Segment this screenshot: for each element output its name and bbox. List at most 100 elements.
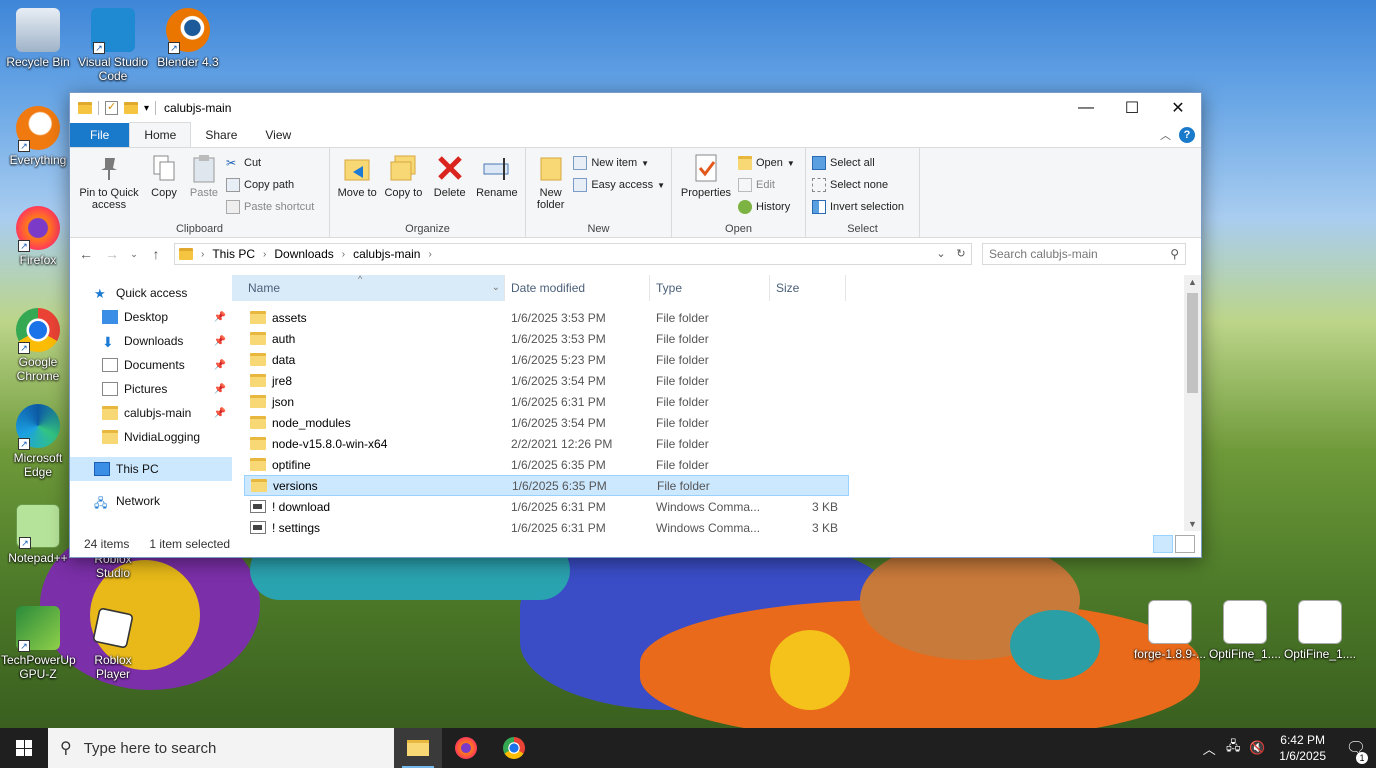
file-name-cell: ! download [244,500,505,514]
desktop-icon-gpuz[interactable]: ↗ TechPowerUp GPU-Z [1,606,76,681]
folder-icon [250,437,266,450]
close-button[interactable]: ✕ [1155,93,1201,123]
address-bar[interactable]: › This PC › Downloads › calubjs-main › ⌄… [174,243,972,265]
file-row[interactable]: versions 1/6/2025 6:35 PM File folder [244,475,849,496]
back-arrow-icon[interactable]: ← [78,246,94,262]
recent-locations-icon[interactable]: ⌄ [130,249,138,260]
desktop-icon-optifine-2[interactable]: OptiFine_1.... [1283,600,1357,661]
minimize-button[interactable]: — [1063,93,1109,123]
edit-button[interactable]: Edit [738,176,795,194]
new-item-button[interactable]: New item ▼ [573,154,665,172]
file-row[interactable]: optifine 1/6/2025 6:35 PM File folder [244,454,849,475]
search-box[interactable]: Search calubjs-main ⚲ [982,243,1186,265]
new-item-label: New item [591,157,638,169]
customize-toolbar-icon[interactable]: ▾ [144,103,149,114]
chevron-down-icon: ▼ [641,158,650,168]
help-icon[interactable]: ? [1179,127,1195,143]
nav-documents[interactable]: Documents 📌 [70,353,232,377]
nav-nvidialogging[interactable]: NvidiaLogging [70,425,232,449]
tab-view[interactable]: View [251,123,305,147]
cut-button[interactable]: ✂ Cut [226,154,314,172]
breadcrumb-calubjs-main[interactable]: calubjs-main [353,247,420,261]
file-row[interactable]: ! download 1/6/2025 6:31 PM Windows Comma.… [244,496,849,517]
scroll-down-icon[interactable]: ▼ [1184,519,1201,529]
network-icon[interactable]: 🖧 [1221,737,1245,759]
select-none-icon [812,178,826,192]
scrollbar-thumb[interactable] [1187,293,1198,393]
maximize-button[interactable]: ☐ [1109,93,1155,123]
select-all-button[interactable]: Select all [812,154,904,172]
file-row[interactable]: auth 1/6/2025 3:53 PM File folder [244,328,849,349]
history-button[interactable]: History [738,198,795,216]
desktop-icon-everything[interactable]: ↗ Everything [1,106,75,167]
column-header-date[interactable]: Date modified [505,275,650,301]
file-row[interactable]: data 1/6/2025 5:23 PM File folder [244,349,849,370]
tab-home[interactable]: Home [129,122,192,147]
desktop-icon-recycle-bin[interactable]: Recycle Bin [1,8,75,69]
shortcut-arrow-icon: ↗ [168,42,180,54]
file-name: versions [273,478,318,493]
taskbar-app-file-explorer[interactable] [394,728,442,768]
desktop-icon-firefox[interactable]: ↗ Firefox [1,206,75,267]
nav-quick-access[interactable]: ★ Quick access [70,281,232,305]
taskbar-app-firefox[interactable] [442,728,490,768]
copy-path-button[interactable]: Copy path [226,176,314,194]
show-hidden-icons-icon[interactable]: ︿ [1197,739,1221,758]
file-row[interactable]: jre8 1/6/2025 3:54 PM File folder [244,370,849,391]
tab-file[interactable]: File [70,123,130,147]
file-row[interactable]: json 1/6/2025 6:31 PM File folder [244,391,849,412]
taskbar-search-box[interactable]: ⚲ Type here to search [48,728,394,768]
file-row[interactable]: node-v15.8.0-win-x64 2/2/2021 12:26 PM Fil… [244,433,849,454]
column-header-size[interactable]: Size [770,275,846,301]
desktop-icon-notepadpp[interactable]: ↗ Notepad++ [1,504,75,565]
breadcrumb-this-pc[interactable]: This PC [212,247,255,261]
properties-check-icon[interactable] [105,100,118,115]
nav-calubjs-main[interactable]: calubjs-main 📌 [70,401,232,425]
desktop-icon-chrome[interactable]: ↗ Google Chrome [1,308,75,383]
volume-muted-icon[interactable]: 🔇 [1245,740,1269,756]
address-history-dropdown-icon[interactable]: ⌄ [931,244,951,264]
details-view-icon[interactable] [1153,535,1173,553]
column-header-type[interactable]: Type [650,275,770,301]
file-row[interactable]: assets 1/6/2025 3:53 PM File folder [244,307,849,328]
select-none-button[interactable]: Select none [812,176,904,194]
open-folder-icon [738,156,752,170]
desktop-icon-edge[interactable]: ↗ Microsoft Edge [1,404,75,479]
nav-this-pc[interactable]: This PC [70,457,232,481]
desktop-icon-blender[interactable]: ↗ Blender 4.3 [151,8,225,69]
collapse-ribbon-icon[interactable]: ︿ [1160,127,1171,143]
desktop-icon-roblox-player[interactable]: Roblox Player [76,606,150,681]
breadcrumb-downloads[interactable]: Downloads [274,247,333,261]
desktop-icon-forge[interactable]: forge-1.8.9-... [1133,600,1207,661]
nav-downloads[interactable]: ⬇ Downloads 📌 [70,329,232,353]
up-arrow-icon[interactable]: ↑ [148,246,164,262]
nav-desktop[interactable]: Desktop 📌 [70,305,232,329]
desktop-icon-optifine-1[interactable]: OptiFine_1.... [1208,600,1282,661]
forward-arrow-icon[interactable]: → [104,246,120,262]
gpuz-icon: ↗ [16,606,60,652]
file-name-cell: assets [244,311,505,325]
taskbar-app-chrome[interactable] [490,728,538,768]
scroll-up-icon[interactable]: ▲ [1184,277,1201,287]
tab-share[interactable]: Share [191,123,251,147]
new-folder-icon[interactable] [124,102,138,114]
refresh-icon[interactable]: ↻ [951,244,971,264]
column-header-name[interactable]: Name ^ ⌄ [232,274,505,301]
nav-pictures[interactable]: Pictures 📌 [70,377,232,401]
start-button[interactable] [0,728,48,768]
easy-access-button[interactable]: Easy access ▼ [573,176,665,194]
group-label-organize: Organize [405,223,450,235]
open-button[interactable]: Open ▼ [738,154,795,172]
title-bar[interactable]: ▾ calubjs-main — ☐ ✕ [70,93,1201,123]
vertical-scrollbar[interactable]: ▲ ▼ [1184,275,1201,531]
file-row[interactable]: node_modules 1/6/2025 3:54 PM File folder [244,412,849,433]
paste-shortcut-button[interactable]: Paste shortcut [226,198,314,216]
notification-center-button[interactable]: 🗨 1 [1336,738,1376,764]
clock[interactable]: 6:42 PM 1/6/2025 [1269,732,1336,764]
invert-selection-button[interactable]: Invert selection [812,198,904,216]
desktop-icon-vscode[interactable]: ↗ Visual Studio Code [76,8,150,83]
large-icons-view-icon[interactable] [1175,535,1195,553]
nav-network[interactable]: 🖧 Network [70,489,232,513]
chevron-down-icon[interactable]: ⌄ [492,275,500,301]
pin-label: Pin to Quick access [79,187,139,211]
